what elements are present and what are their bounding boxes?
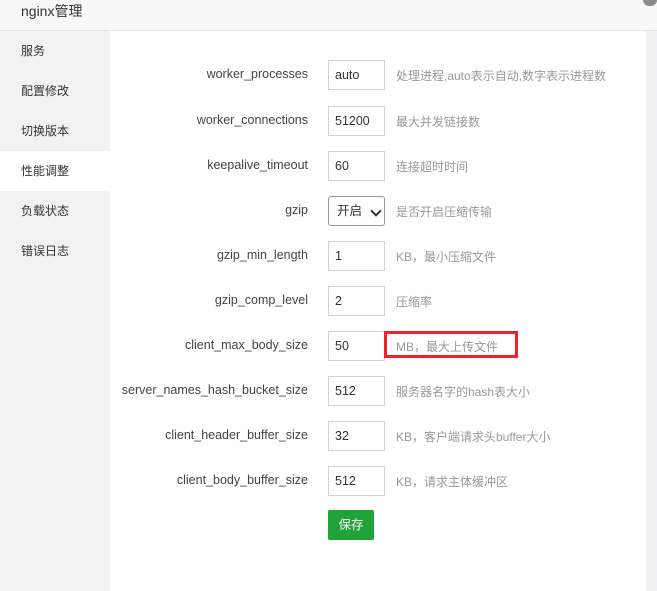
sidebar-item-switch-version[interactable]: 切换版本 (0, 111, 110, 151)
sidebar-item-load-status[interactable]: 负载状态 (0, 191, 110, 231)
sidebar-item-error-log[interactable]: 错误日志 (0, 231, 110, 271)
field-label: gzip (285, 203, 308, 217)
gzip-min-length-input[interactable]: 1 (328, 241, 385, 271)
field-description: KB，客户端请求头buffer大小 (396, 430, 551, 444)
field-label: client_header_buffer_size (165, 428, 308, 442)
server-names-hash-bucket-size-input[interactable]: 512 (328, 376, 385, 406)
gzip-select[interactable]: 开启 (328, 196, 385, 226)
sidebar-item-config-edit[interactable]: 配置修改 (0, 71, 110, 111)
field-description: 服务器名字的hash表大小 (396, 385, 531, 399)
field-description: KB，最小压缩文件 (396, 250, 497, 264)
window-header: nginx管理 (0, 0, 657, 31)
field-label: gzip_min_length (216, 248, 308, 262)
field-label: worker_processes (206, 67, 308, 81)
field-description: KB，请求主体缓冲区 (396, 475, 509, 489)
field-description: 压缩率 (396, 295, 433, 309)
sidebar: 服务 配置修改 切换版本 性能调整 负载状态 错误日志 (0, 31, 110, 591)
field-description: 最大并发链接数 (396, 115, 481, 129)
client-header-buffer-size-input[interactable]: 32 (328, 421, 385, 451)
field-label: client_body_buffer_size (176, 473, 308, 487)
field-description: 处理进程,auto表示自动,数字表示进程数 (396, 69, 607, 83)
client-max-body-size-input[interactable]: 50 (328, 331, 385, 361)
keepalive-timeout-input[interactable]: 60 (328, 151, 385, 181)
client-body-buffer-size-input[interactable]: 512 (328, 466, 385, 496)
gzip-selected-value: 开启 (337, 204, 363, 218)
window-title: nginx管理 (21, 3, 83, 19)
field-description: 是否开启压缩传输 (396, 205, 493, 219)
save-button[interactable]: 保存 (328, 510, 374, 540)
sidebar-item-performance[interactable]: 性能调整 (0, 151, 110, 191)
worker-processes-input[interactable]: auto (328, 60, 385, 90)
scroll-gutter (646, 31, 657, 591)
field-description: 连接超时时间 (396, 160, 469, 174)
sidebar-item-service[interactable]: 服务 (0, 31, 110, 71)
close-icon[interactable] (643, 0, 657, 6)
field-label: keepalive_timeout (207, 158, 308, 172)
field-label: server_names_hash_bucket_size (121, 383, 308, 397)
field-label: client_max_body_size (185, 338, 308, 352)
highlight-box (384, 331, 518, 358)
chevron-down-icon (370, 205, 382, 217)
gzip-comp-level-input[interactable]: 2 (328, 286, 385, 316)
worker-connections-input[interactable]: 51200 (328, 106, 385, 136)
field-label: worker_connections (196, 113, 308, 127)
field-label: gzip_comp_level (214, 293, 308, 307)
